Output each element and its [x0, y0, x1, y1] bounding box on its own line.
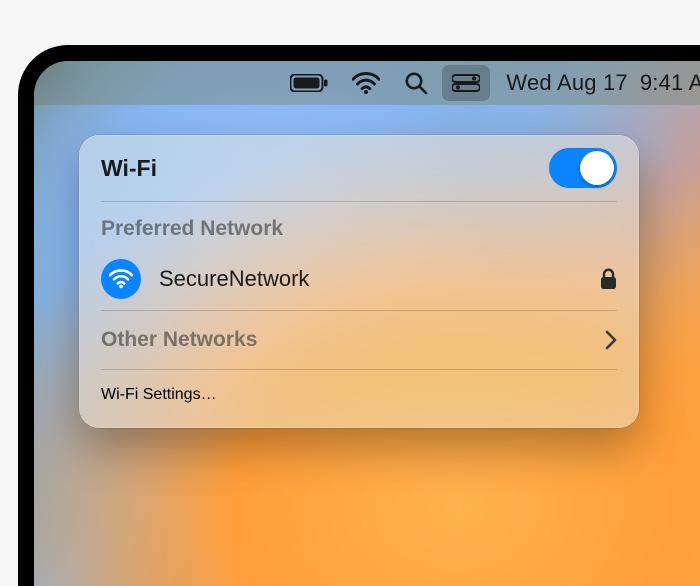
- battery-menu-item[interactable]: [278, 61, 340, 105]
- menu-bar-date: Wed Aug 17: [506, 70, 627, 96]
- chevron-right-icon: [605, 330, 617, 350]
- device-frame: Wed Aug 17 9:41 AM Wi-Fi Preferred Netwo…: [18, 45, 700, 586]
- network-row[interactable]: SecureNetwork: [101, 248, 617, 310]
- menu-bar: Wed Aug 17 9:41 AM: [34, 61, 700, 105]
- wifi-menu-item[interactable]: [340, 61, 392, 105]
- control-center-icon: [452, 74, 480, 92]
- control-center-menu-item[interactable]: [442, 65, 490, 101]
- search-icon: [404, 71, 428, 95]
- network-name: SecureNetwork: [159, 266, 309, 292]
- spotlight-menu-item[interactable]: [392, 61, 440, 105]
- other-networks-label: Other Networks: [101, 328, 257, 352]
- wifi-panel-title: Wi-Fi: [101, 155, 157, 182]
- wifi-icon: [352, 72, 380, 94]
- menu-bar-clock[interactable]: Wed Aug 17 9:41 AM: [492, 70, 700, 96]
- battery-icon: [290, 74, 328, 92]
- wifi-settings-row[interactable]: Wi-Fi Settings…: [101, 370, 617, 428]
- preferred-network-heading: Preferred Network: [101, 217, 283, 241]
- screen: Wed Aug 17 9:41 AM Wi-Fi Preferred Netwo…: [34, 61, 700, 586]
- wifi-connected-icon: [101, 259, 141, 299]
- wifi-settings-label: Wi-Fi Settings…: [101, 386, 217, 404]
- other-networks-row[interactable]: Other Networks: [101, 311, 617, 369]
- wifi-toggle[interactable]: [549, 148, 617, 188]
- lock-icon: [600, 268, 617, 290]
- wifi-panel: Wi-Fi Preferred Network: [79, 135, 639, 428]
- menu-bar-time: 9:41 AM: [640, 70, 700, 96]
